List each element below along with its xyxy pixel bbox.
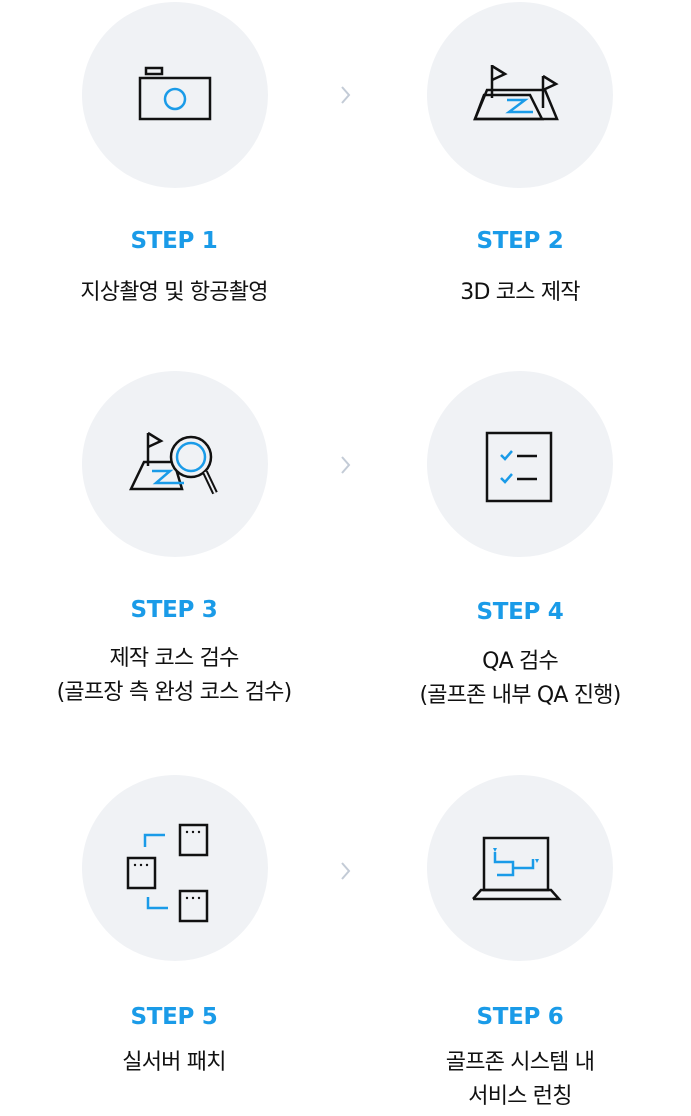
checklist-icon bbox=[485, 431, 553, 503]
step-3-circle bbox=[82, 371, 268, 557]
step-description: QA 검수 (골프존 내부 QA 진행) bbox=[419, 649, 622, 708]
step-description: 제작 코스 검수 (골프장 측 완성 코스 검수) bbox=[56, 646, 293, 705]
step-1-circle bbox=[82, 2, 268, 188]
step-label: STEP 4 bbox=[476, 599, 564, 625]
step-2-circle bbox=[427, 2, 613, 188]
step-description: 3D 코스 제작 bbox=[460, 280, 580, 305]
step-5-circle bbox=[82, 775, 268, 961]
next-arrow-icon bbox=[341, 456, 351, 474]
step-description: 지상촬영 및 항공촬영 bbox=[80, 280, 268, 305]
step-label: STEP 2 bbox=[476, 228, 564, 254]
step-description: 골프존 시스템 내 서비스 런칭 bbox=[445, 1050, 595, 1109]
step-description: 실서버 패치 bbox=[122, 1050, 226, 1075]
course-inspect-magnifier-icon bbox=[129, 431, 218, 495]
camera-icon bbox=[138, 66, 212, 121]
step-6-circle bbox=[427, 775, 613, 961]
step-4-circle bbox=[427, 371, 613, 557]
server-deploy-icon bbox=[126, 823, 209, 923]
step-label: STEP 6 bbox=[476, 1004, 564, 1030]
course-map-flags-icon bbox=[473, 64, 559, 121]
step-label: STEP 5 bbox=[130, 1004, 218, 1030]
step-label: STEP 3 bbox=[130, 597, 218, 623]
next-arrow-icon bbox=[341, 86, 351, 104]
laptop-course-icon bbox=[472, 836, 562, 901]
step-label: STEP 1 bbox=[130, 228, 218, 254]
next-arrow-icon bbox=[341, 862, 351, 880]
